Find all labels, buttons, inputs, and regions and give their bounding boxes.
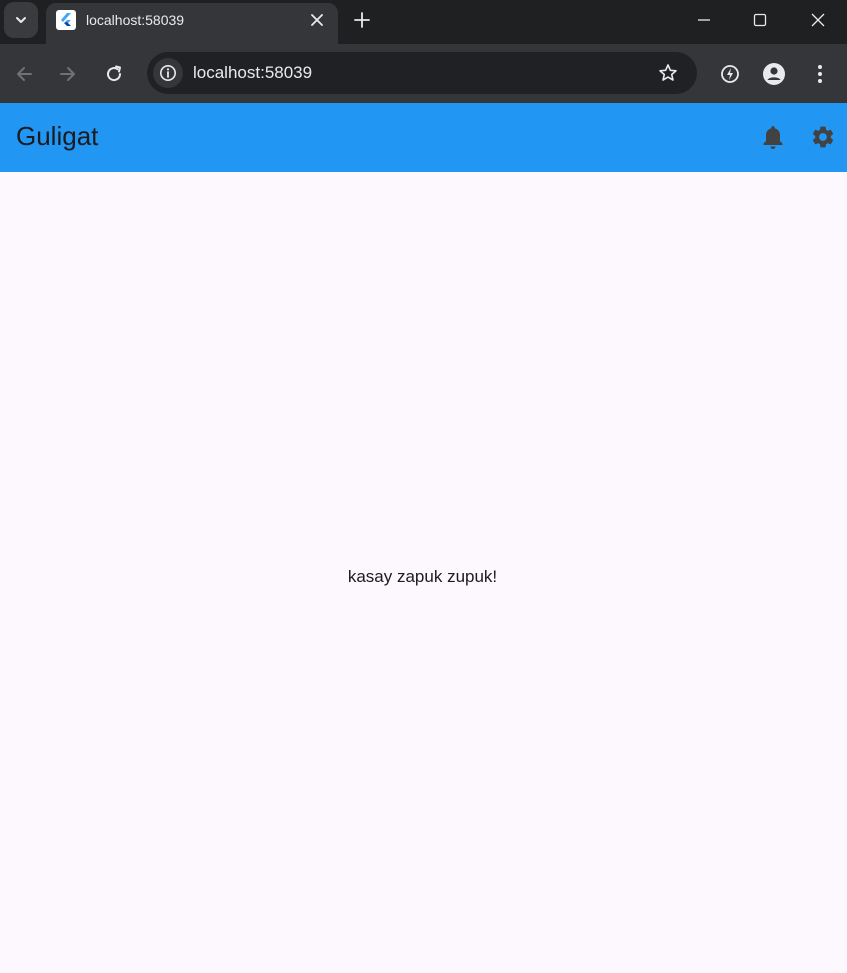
close-icon	[311, 14, 323, 26]
plus-icon	[354, 12, 370, 28]
tab-title: localhost:58039	[86, 12, 185, 28]
new-tab-button[interactable]	[350, 8, 374, 32]
body-text: kasay zapuk zupuk!	[347, 567, 498, 586]
settings-button[interactable]	[809, 123, 837, 151]
performance-button[interactable]	[716, 60, 744, 88]
back-button[interactable]	[10, 60, 38, 88]
info-icon	[160, 65, 176, 81]
notifications-button[interactable]	[759, 123, 787, 151]
url-text[interactable]: localhost:58039	[193, 63, 312, 83]
app-body: kasay zapuk zupuk!	[0, 172, 847, 973]
maximize-icon	[753, 13, 767, 27]
flutter-favicon-icon	[56, 10, 76, 30]
app-bar: Guligat	[0, 103, 847, 172]
arrow-right-icon	[60, 67, 75, 81]
close-window-button[interactable]	[790, 0, 846, 40]
browser-toolbar: localhost:58039	[0, 44, 847, 103]
browser-menu-button[interactable]	[806, 60, 834, 88]
chevron-down-icon	[16, 17, 26, 23]
site-info-button[interactable]	[153, 58, 183, 88]
close-icon	[811, 13, 825, 27]
tab-active[interactable]: localhost:58039	[46, 3, 338, 44]
bookmark-button[interactable]	[657, 62, 679, 84]
bell-icon	[763, 126, 783, 149]
gear-icon	[812, 126, 834, 148]
tab-close-button[interactable]	[308, 11, 326, 29]
tab-strip: localhost:58039	[0, 0, 847, 44]
energy-saver-icon	[721, 65, 739, 83]
tab-search-button[interactable]	[4, 2, 38, 38]
account-icon	[763, 63, 785, 85]
minimize-icon	[698, 19, 710, 21]
address-bar[interactable]: localhost:58039	[147, 52, 697, 94]
reload-button[interactable]	[100, 60, 128, 88]
app-title: Guligat	[16, 121, 99, 151]
arrow-left-icon	[17, 67, 32, 81]
forward-button[interactable]	[54, 60, 82, 88]
reload-icon	[107, 65, 122, 82]
minimize-button[interactable]	[676, 0, 732, 40]
browser-window: localhost:58039 localhost:58039 Guligat …	[0, 0, 847, 973]
star-icon	[659, 64, 677, 81]
maximize-button[interactable]	[732, 0, 788, 40]
profile-button[interactable]	[760, 60, 788, 88]
more-vertical-icon	[818, 65, 822, 83]
